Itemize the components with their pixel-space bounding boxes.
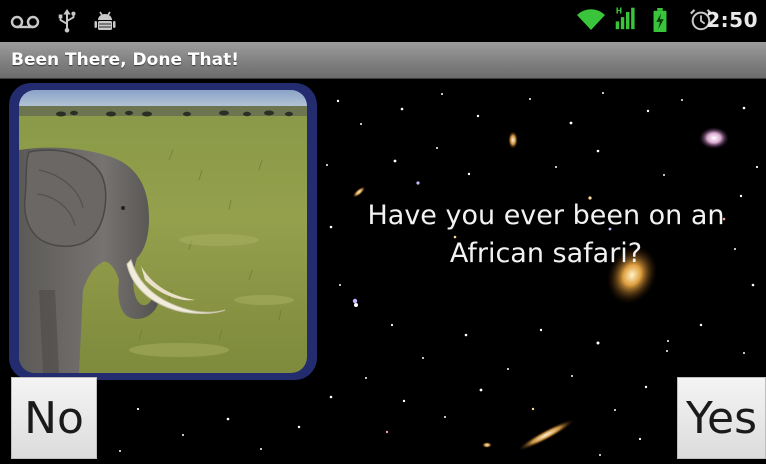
- wifi-icon: [577, 9, 605, 31]
- status-bar: H 2:50: [0, 0, 766, 42]
- voicemail-icon: [10, 15, 40, 29]
- yes-button[interactable]: Yes: [677, 377, 766, 459]
- app-title-bar: Been There, Done That!: [0, 42, 766, 79]
- usb-icon: [58, 9, 76, 33]
- no-button[interactable]: No: [11, 377, 97, 459]
- signal-icon: H: [615, 7, 635, 30]
- android-debug-icon: [94, 11, 116, 30]
- app-title: Been There, Done That!: [11, 50, 239, 70]
- elephant-photo-frame: [9, 83, 317, 380]
- battery-charging-icon: [653, 8, 667, 32]
- main-content: Have you ever been on an African safari?…: [0, 79, 766, 464]
- question-text: Have you ever been on an African safari?: [367, 200, 725, 269]
- svg-text:H: H: [616, 7, 622, 16]
- elephant-photo: [19, 90, 307, 373]
- status-time: 2:50: [706, 8, 758, 32]
- phone-screen: H 2:50 Been There, Done That! Have you e…: [0, 0, 766, 464]
